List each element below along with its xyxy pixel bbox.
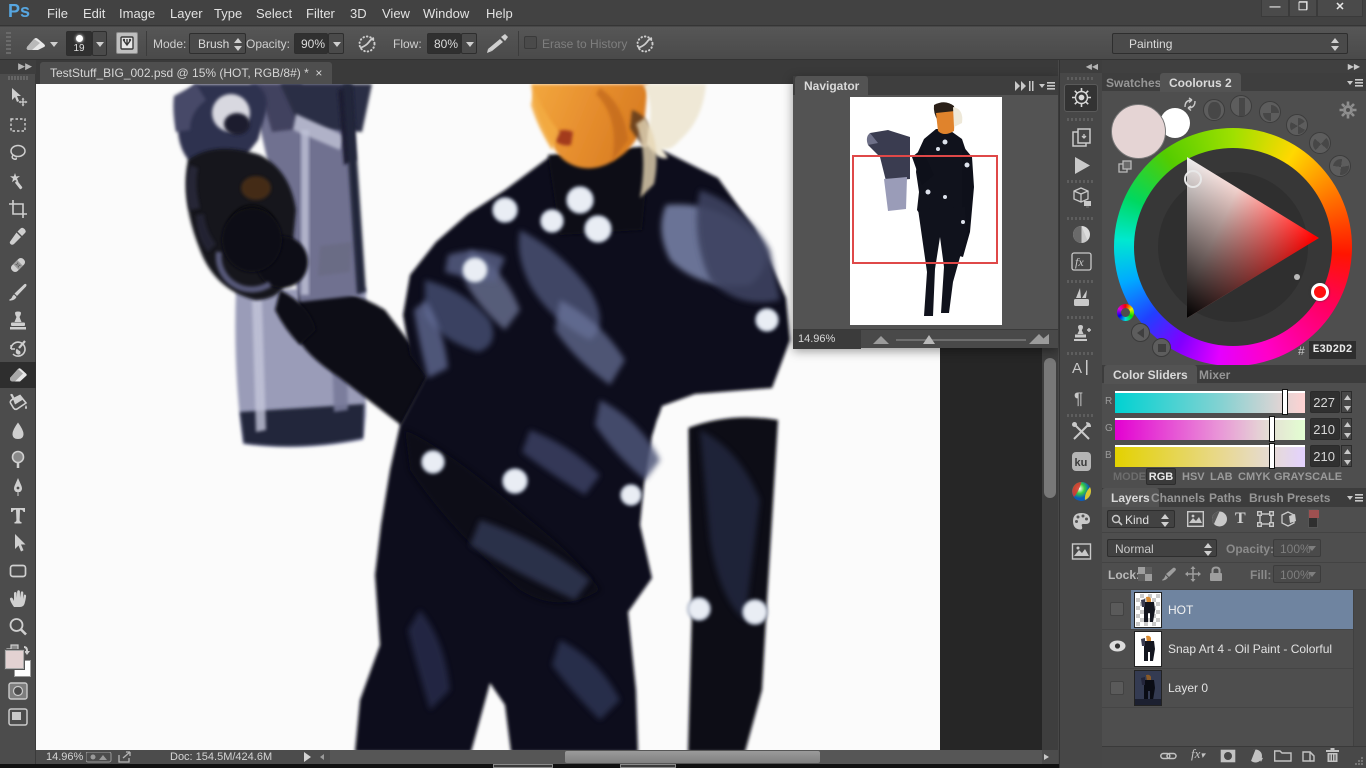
svg-text:ku: ku	[1075, 457, 1088, 469]
svg-text:fx: fx	[1075, 255, 1084, 269]
svg-text:¶: ¶	[1074, 389, 1083, 408]
svg-text:A: A	[1072, 360, 1082, 377]
svg-text:▾: ▾	[1259, 755, 1263, 763]
